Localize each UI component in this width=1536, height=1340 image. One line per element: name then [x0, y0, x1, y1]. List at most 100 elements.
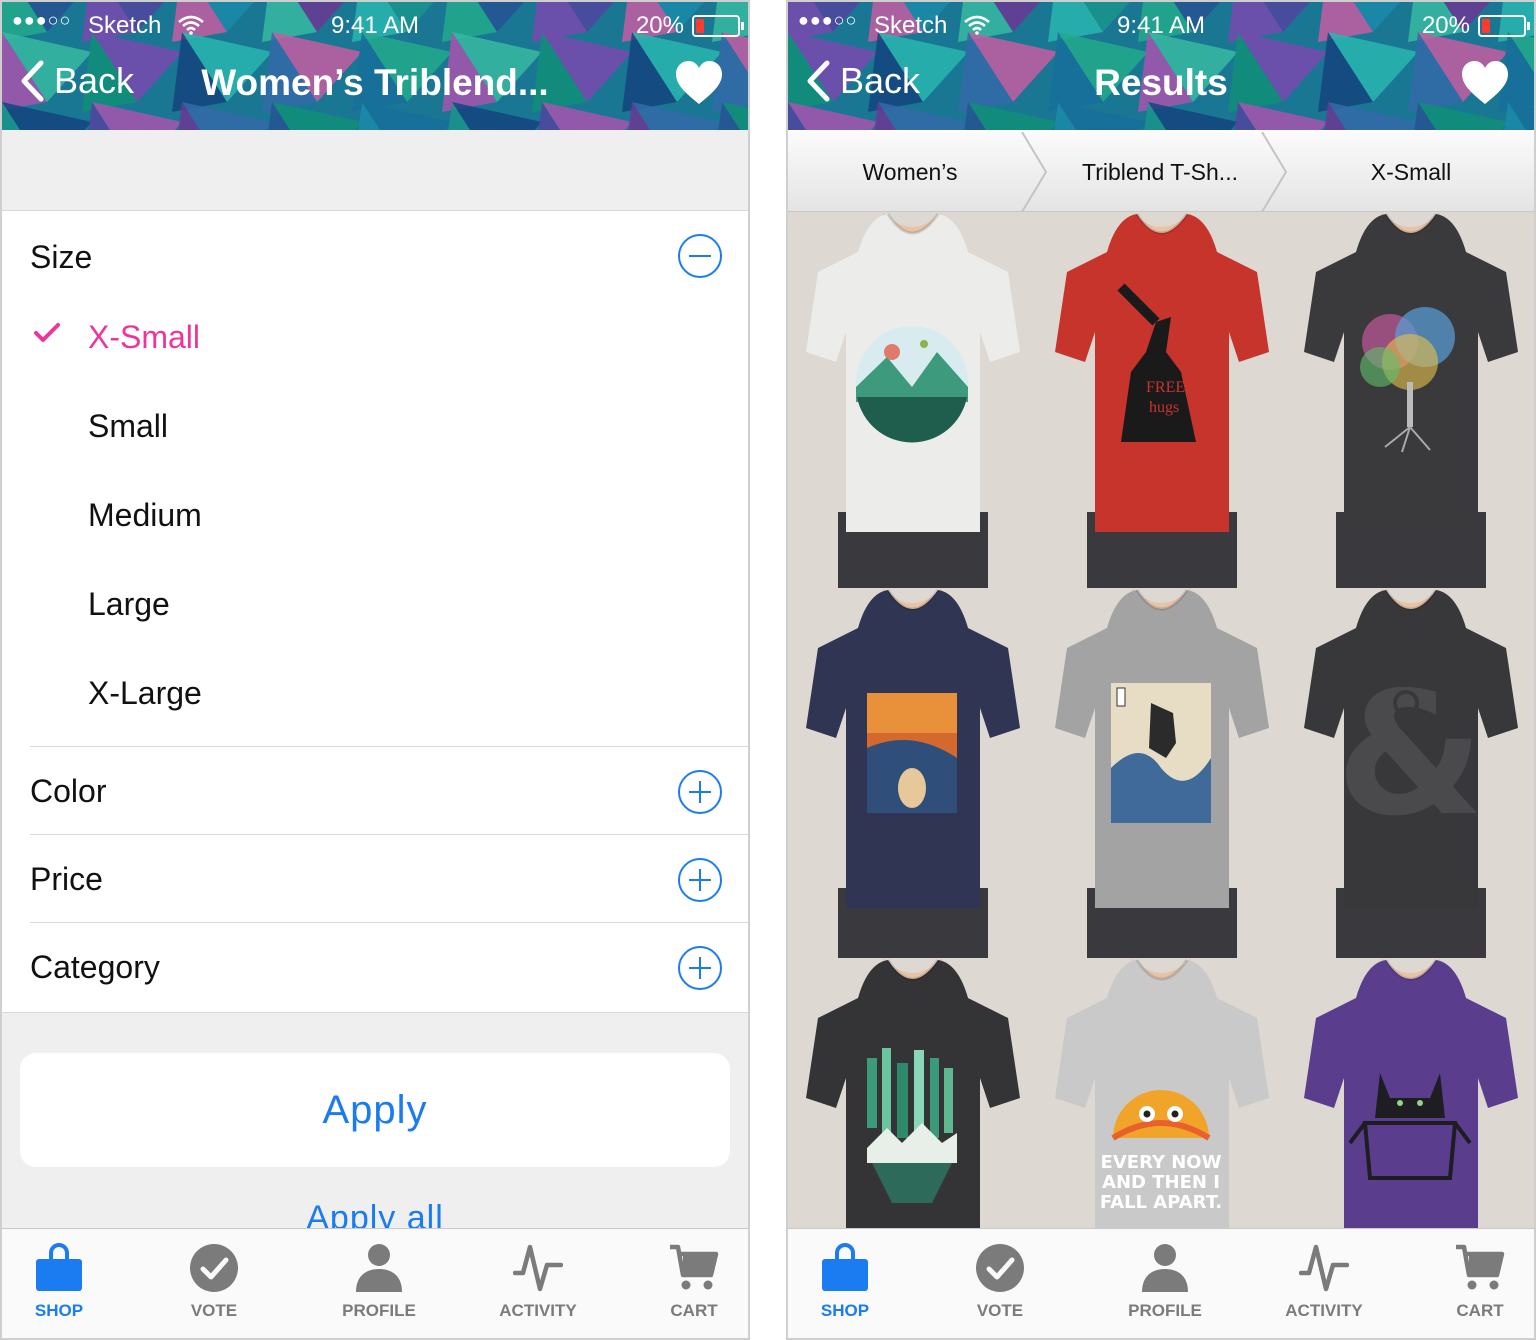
checkmark-icon — [32, 317, 62, 352]
tab-shop[interactable]: SHOP — [2, 1229, 124, 1338]
tab-label: PROFILE — [1128, 1301, 1202, 1320]
size-option-label: X-Large — [88, 675, 202, 711]
size-header[interactable]: Size — [30, 211, 748, 301]
check-circle-icon — [189, 1243, 239, 1298]
tab-label: ACTIVITY — [499, 1301, 577, 1320]
tshirt-image — [788, 958, 1037, 1230]
section-label: Category — [30, 949, 160, 985]
cart-icon — [1455, 1243, 1505, 1298]
heart-icon[interactable] — [1460, 60, 1510, 111]
svg-text:AND THEN I: AND THEN I — [1102, 1172, 1220, 1193]
size-option[interactable]: X-Small — [30, 301, 748, 390]
tab-profile[interactable]: PROFILE — [314, 1229, 444, 1338]
tab-label: CART — [670, 1301, 718, 1320]
breadcrumb-item[interactable]: Women’s — [788, 132, 1032, 212]
tab-label: VOTE — [976, 1301, 1024, 1320]
battery-percent: 20% — [1421, 12, 1470, 39]
collapse-icon[interactable] — [678, 234, 722, 278]
product-tile[interactable]: FREE hugs — [1037, 212, 1286, 588]
chevron-left-icon — [807, 60, 830, 102]
tshirt-image — [1286, 958, 1534, 1230]
filter-section-price[interactable]: Price — [30, 835, 748, 923]
tab-activity[interactable]: ACTIVITY — [1259, 1229, 1389, 1338]
tab-label: ACTIVITY — [1285, 1301, 1363, 1320]
chevron-left-icon — [21, 60, 44, 102]
expand-icon[interactable] — [678, 770, 722, 814]
page-title: Results — [1094, 62, 1228, 103]
cart-icon — [669, 1243, 719, 1298]
product-tile[interactable] — [788, 212, 1037, 588]
apply-area: Apply Apply all — [2, 1012, 748, 1230]
tab-cart[interactable]: CART — [629, 1229, 748, 1338]
tshirt-image — [1037, 588, 1286, 958]
product-tile[interactable] — [1037, 588, 1286, 958]
tab-label: SHOP — [820, 1301, 870, 1320]
back-button[interactable]: Back — [20, 60, 134, 102]
apply-all-button[interactable]: Apply all — [2, 1199, 748, 1230]
tab-vote[interactable]: VOTE — [935, 1229, 1065, 1338]
size-option[interactable]: Large — [30, 568, 748, 657]
shopping-bag-icon — [34, 1243, 84, 1298]
tab-label: SHOP — [34, 1301, 84, 1320]
shopping-bag-icon — [820, 1243, 870, 1298]
svg-text:EVERY NOW: EVERY NOW — [1101, 1152, 1222, 1173]
svg-text:&: & — [1336, 656, 1484, 854]
product-tile[interactable]: & — [1286, 588, 1534, 958]
breadcrumb-item[interactable]: X-Small — [1288, 132, 1534, 212]
tab-profile[interactable]: PROFILE — [1100, 1229, 1230, 1338]
tshirt-image — [788, 588, 1037, 958]
tab-shop[interactable]: SHOP — [788, 1229, 910, 1338]
tab-bar: SHOP VOTE PROFILE ACTIVITY CART — [2, 1228, 748, 1338]
size-option-label: Small — [88, 408, 169, 444]
filter-screen: ●●●○○ Sketch 9:41 AM 20% Back Women’s Tr… — [0, 0, 750, 1340]
tshirt-image — [1286, 212, 1534, 588]
size-section: Size X-Small Small Medium Large X-Large — [30, 211, 748, 747]
product-tile[interactable] — [788, 958, 1037, 1230]
size-option[interactable]: Medium — [30, 479, 748, 568]
breadcrumb-item[interactable]: Triblend T-Sh... — [1048, 132, 1272, 212]
page-title: Women’s Triblend... — [201, 62, 549, 103]
filter-section-category[interactable]: Category — [30, 923, 748, 1015]
nav-header: ●●●○○ Sketch 9:41 AM 20% Back Results — [788, 2, 1534, 130]
filter-section-color[interactable]: Color — [30, 747, 748, 835]
battery-icon — [1478, 15, 1530, 37]
svg-text:hugs: hugs — [1149, 399, 1179, 416]
spacer-band — [2, 130, 748, 211]
heart-icon[interactable] — [674, 60, 724, 111]
tab-label: PROFILE — [342, 1301, 416, 1320]
filter-sections: Color Price Category — [2, 747, 748, 1015]
svg-text:FALL APART.: FALL APART. — [1100, 1192, 1222, 1213]
back-label: Back — [54, 60, 135, 101]
nav-header: ●●●○○ Sketch 9:41 AM 20% Back Women’s Tr… — [2, 2, 748, 130]
battery-percent: 20% — [635, 12, 684, 39]
product-tile[interactable] — [1286, 212, 1534, 588]
activity-icon — [1298, 1243, 1350, 1298]
product-tile[interactable]: EVERY NOW AND THEN I FALL APART. — [1037, 958, 1286, 1230]
size-option[interactable]: Small — [30, 390, 748, 479]
expand-icon[interactable] — [678, 946, 722, 990]
check-circle-icon — [975, 1243, 1025, 1298]
person-icon — [1140, 1243, 1190, 1298]
size-option-label: Medium — [88, 497, 202, 533]
size-option[interactable]: X-Large — [30, 657, 748, 746]
tab-bar: SHOP VOTE PROFILE ACTIVITY CART — [788, 1228, 1534, 1338]
tab-cart[interactable]: CART — [1415, 1229, 1534, 1338]
tshirt-image — [788, 212, 1037, 588]
size-option-label: Large — [88, 586, 170, 622]
breadcrumb: Women’s Triblend T-Sh... X-Small — [788, 131, 1534, 213]
size-options: X-Small Small Medium Large X-Large — [30, 301, 748, 746]
expand-icon[interactable] — [678, 858, 722, 902]
tab-activity[interactable]: ACTIVITY — [473, 1229, 603, 1338]
status-bar: ●●●○○ Sketch 9:41 AM 20% — [788, 8, 1534, 42]
product-tile[interactable] — [1286, 958, 1534, 1230]
section-label: Price — [30, 861, 103, 897]
results-screen: ●●●○○ Sketch 9:41 AM 20% Back Results Wo… — [786, 0, 1536, 1340]
apply-button[interactable]: Apply — [20, 1053, 730, 1167]
svg-text:FREE: FREE — [1146, 379, 1185, 396]
tab-vote[interactable]: VOTE — [149, 1229, 279, 1338]
tshirt-image: & — [1286, 588, 1534, 958]
back-button[interactable]: Back — [806, 60, 920, 102]
product-tile[interactable] — [788, 588, 1037, 958]
tab-label: CART — [1456, 1301, 1504, 1320]
tab-label: VOTE — [190, 1301, 238, 1320]
